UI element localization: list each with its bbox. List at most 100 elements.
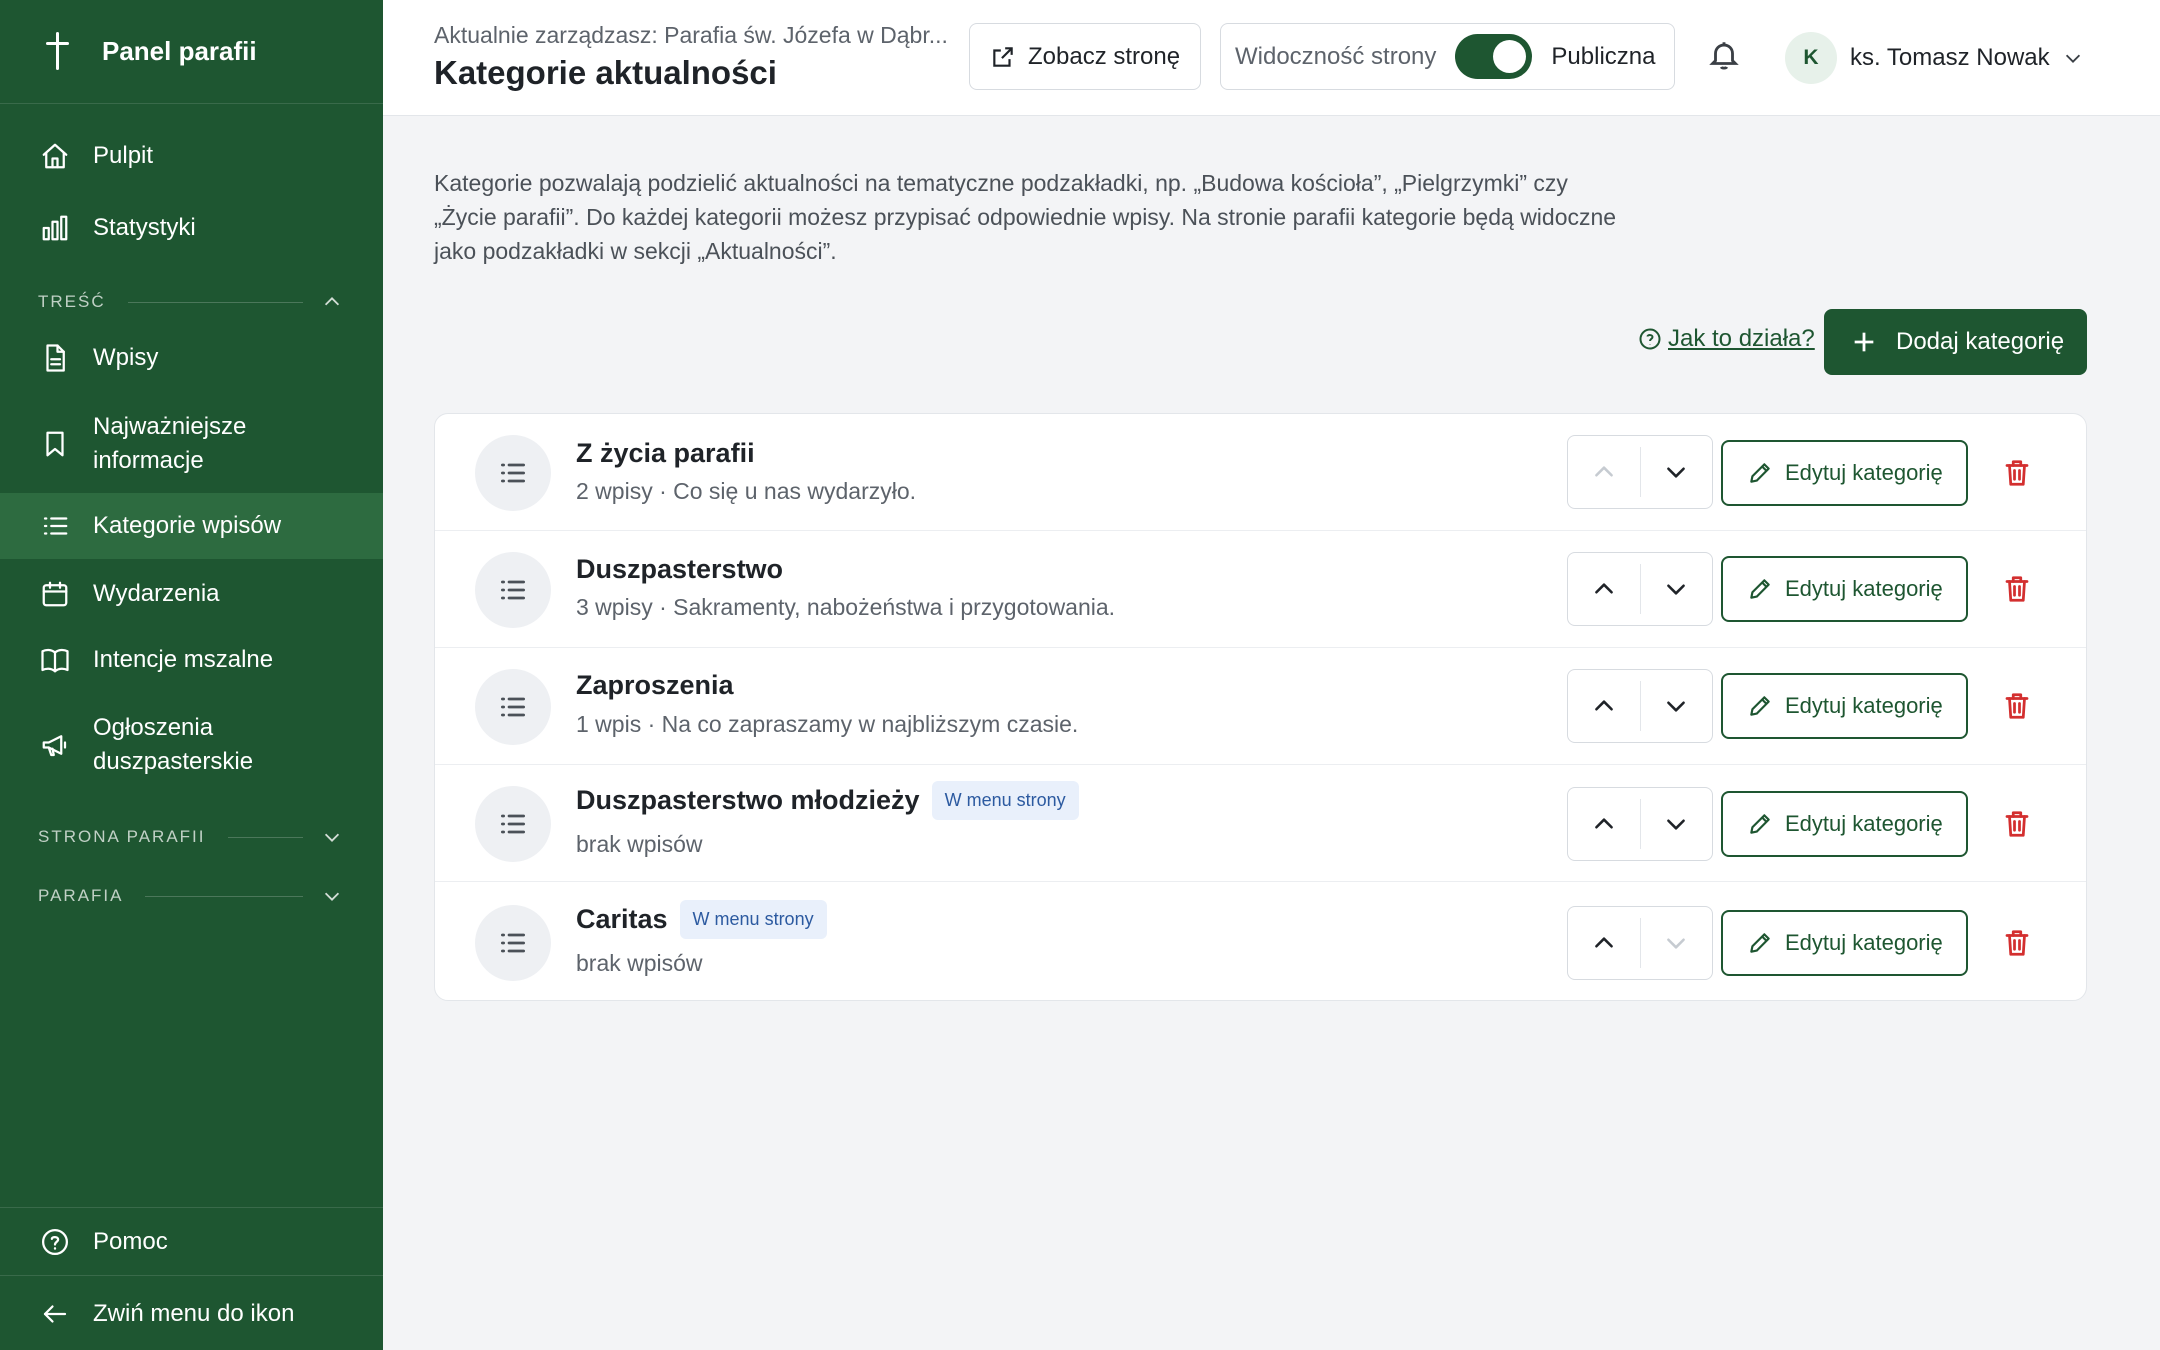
sidebar-item-intencje[interactable]: Intencje mszalne — [0, 642, 383, 678]
move-down-button[interactable] — [1641, 670, 1713, 742]
edit-category-button[interactable]: Edytuj kategorię — [1721, 673, 1968, 739]
trash-icon — [2005, 811, 2029, 837]
intro-line: „Życie parafii”. Do każdej kategorii moż… — [434, 204, 1617, 230]
move-up-button[interactable] — [1568, 670, 1640, 742]
list-icon — [38, 509, 72, 543]
sidebar-brand[interactable]: Panel parafii — [0, 0, 383, 104]
category-row: Duszpasterstwo 3 wpisy · Sakramenty, nab… — [435, 531, 2086, 648]
move-down-button[interactable] — [1641, 553, 1713, 625]
pencil-icon — [1750, 814, 1770, 834]
category-title-line: Duszpasterstwo młodzieży W menu strony — [576, 781, 1079, 820]
sidebar: Panel parafii Pulpit Statystyki TREŚĆ Wp… — [0, 0, 383, 1350]
add-category-button[interactable]: Dodaj kategorię — [1824, 309, 2087, 375]
user-menu[interactable]: K ks. Tomasz Nowak — [1785, 32, 2084, 84]
chevron-down-icon — [1667, 584, 1686, 595]
section-parafia[interactable]: PARAFIA — [38, 884, 343, 908]
edit-category-button[interactable]: Edytuj kategorię — [1721, 910, 1968, 976]
list-icon — [475, 669, 551, 745]
sidebar-item-wydarzenia[interactable]: Wydarzenia — [0, 576, 383, 612]
brand-title: Panel parafii — [102, 36, 257, 66]
chevron-up-icon — [1594, 818, 1613, 829]
sidebar-item-najwazniejsze[interactable]: Najważniejsze informacje — [0, 408, 383, 480]
edit-category-button[interactable]: Edytuj kategorię — [1721, 791, 1968, 857]
delete-category-button[interactable] — [1995, 802, 2039, 846]
sidebar-item-label: Wydarzenia — [93, 580, 220, 607]
sidebar-item-kategorie[interactable]: Kategorie wpisów — [0, 493, 383, 559]
label-line: informacje — [93, 447, 204, 474]
category-row: Zaproszenia 1 wpis · Na co zapraszamy w … — [435, 648, 2086, 765]
move-up-button[interactable] — [1568, 436, 1640, 508]
edit-category-label: Edytuj kategorię — [1785, 693, 1943, 718]
menu-badge: W menu strony — [679, 900, 827, 939]
category-row: Caritas W menu strony brak wpisów Edytuj… — [435, 884, 2086, 1000]
move-up-button[interactable] — [1568, 553, 1640, 625]
megaphone-icon — [38, 728, 72, 762]
calendar-icon — [38, 577, 72, 611]
move-up-button[interactable] — [1568, 788, 1640, 860]
sidebar-item-label: Najważniejsze informacje — [93, 410, 246, 478]
sidebar-item-wpisy[interactable]: Wpisy — [0, 340, 383, 376]
list-icon — [475, 786, 551, 862]
delete-category-button[interactable] — [1995, 921, 2039, 965]
pencil-icon — [1750, 696, 1770, 716]
category-meta: 1 wpis · Na co zapraszamy w najbliższym … — [576, 711, 1079, 737]
sidebar-divider — [0, 1275, 383, 1276]
delete-category-button[interactable] — [1995, 684, 2039, 728]
edit-category-label: Edytuj kategorię — [1785, 460, 1943, 485]
category-meta: 3 wpisy · Sakramenty, nabożeństwa i przy… — [576, 594, 1116, 620]
label-line: duszpasterskie — [93, 748, 254, 775]
category-meta: brak wpisów — [576, 831, 703, 857]
category-title-line: Zaproszenia — [576, 670, 734, 701]
chevron-up-icon — [1594, 937, 1613, 948]
how-it-works-link[interactable]: Jak to działa? — [1638, 325, 1815, 353]
intro-line: jako podzakładki w sekcji „Aktualności”. — [434, 238, 837, 264]
cross-icon — [44, 31, 72, 72]
section-strona-parafii[interactable]: STRONA PARAFII — [38, 825, 343, 849]
sidebar-item-label: Pulpit — [93, 142, 154, 169]
section-tresc[interactable]: TREŚĆ — [38, 290, 343, 314]
visibility-toggle[interactable] — [1455, 34, 1533, 79]
chevron-down-icon — [324, 892, 340, 901]
sidebar-item-label: Intencje mszalne — [93, 646, 274, 673]
chevron-down-icon — [1667, 467, 1686, 478]
sidebar-item-pulpit[interactable]: Pulpit — [0, 138, 383, 174]
sidebar-item-pomoc[interactable]: Pomoc — [0, 1224, 383, 1260]
category-row: Z życia parafii 2 wpisy · Co się u nas w… — [435, 414, 2086, 531]
category-title: Caritas — [576, 904, 668, 934]
avatar: K — [1785, 32, 1837, 84]
sidebar-item-ogloszenia[interactable]: Ogłoszenia duszpasterskie — [0, 709, 383, 781]
collapse-menu-button[interactable]: Zwiń menu do ikon — [0, 1296, 383, 1332]
move-up-button[interactable] — [1568, 907, 1640, 979]
bar-chart-icon — [38, 211, 72, 245]
trash-icon — [2005, 576, 2029, 602]
breadcrumb: Aktualnie zarządzasz: Parafia św. Józefa… — [434, 22, 948, 48]
category-title: Zaproszenia — [576, 670, 734, 700]
bell-icon — [1709, 42, 1739, 70]
sidebar-item-label: Zwiń menu do ikon — [93, 1300, 295, 1327]
delete-category-button[interactable] — [1995, 451, 2039, 495]
chevron-down-icon — [2065, 54, 2080, 63]
visibility-label: Widoczność strony — [1235, 42, 1437, 70]
category-title-line: Z życia parafii — [576, 438, 755, 469]
category-meta: brak wpisów — [576, 950, 703, 976]
move-down-button[interactable] — [1641, 788, 1713, 860]
reorder-controls — [1567, 552, 1713, 626]
sidebar-item-statystyki[interactable]: Statystyki — [0, 210, 383, 246]
edit-category-label: Edytuj kategorię — [1785, 811, 1943, 836]
view-site-button[interactable]: Zobacz stronę — [969, 23, 1201, 90]
move-down-button[interactable] — [1641, 907, 1713, 979]
menu-badge: W menu strony — [931, 781, 1079, 820]
category-title-line: Caritas W menu strony — [576, 900, 827, 939]
plus-icon — [1854, 332, 1874, 352]
edit-category-button[interactable]: Edytuj kategorię — [1721, 440, 1968, 506]
move-down-button[interactable] — [1641, 436, 1713, 508]
chevron-down-icon — [1667, 701, 1686, 712]
edit-category-button[interactable]: Edytuj kategorię — [1721, 556, 1968, 622]
delete-category-button[interactable] — [1995, 567, 2039, 611]
reorder-controls — [1567, 669, 1713, 743]
sidebar-item-label: Kategorie wpisów — [93, 512, 282, 539]
page-title: Kategorie aktualności — [434, 54, 777, 91]
notifications-button[interactable] — [1707, 38, 1747, 78]
visibility-state: Publiczna — [1551, 42, 1656, 70]
section-divider — [127, 301, 303, 303]
